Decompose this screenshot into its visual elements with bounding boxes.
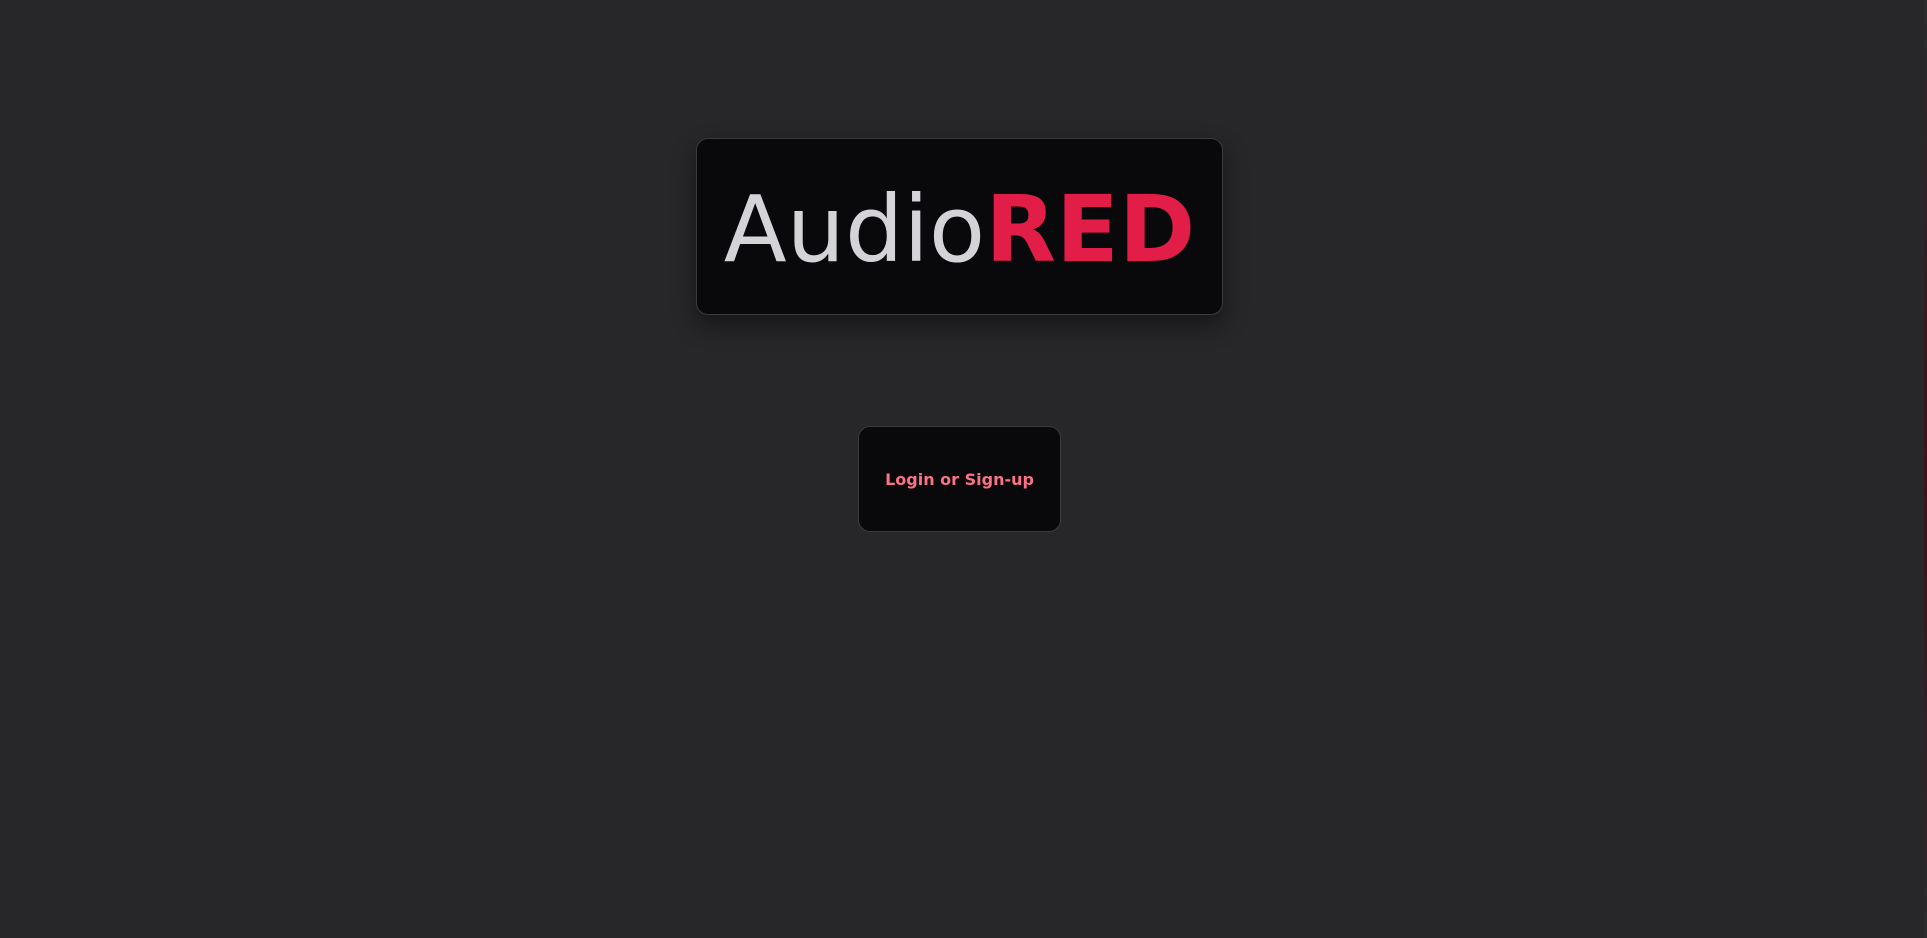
app-logo: AudioRED [724, 183, 1196, 276]
logo-text-accent: RED [985, 175, 1196, 283]
login-signup-button[interactable]: Login or Sign-up [858, 426, 1061, 532]
logo-text-primary: Audio [723, 175, 986, 283]
landing-page: AudioRED Login or Sign-up [0, 0, 1927, 938]
logo-card: AudioRED [696, 138, 1223, 315]
